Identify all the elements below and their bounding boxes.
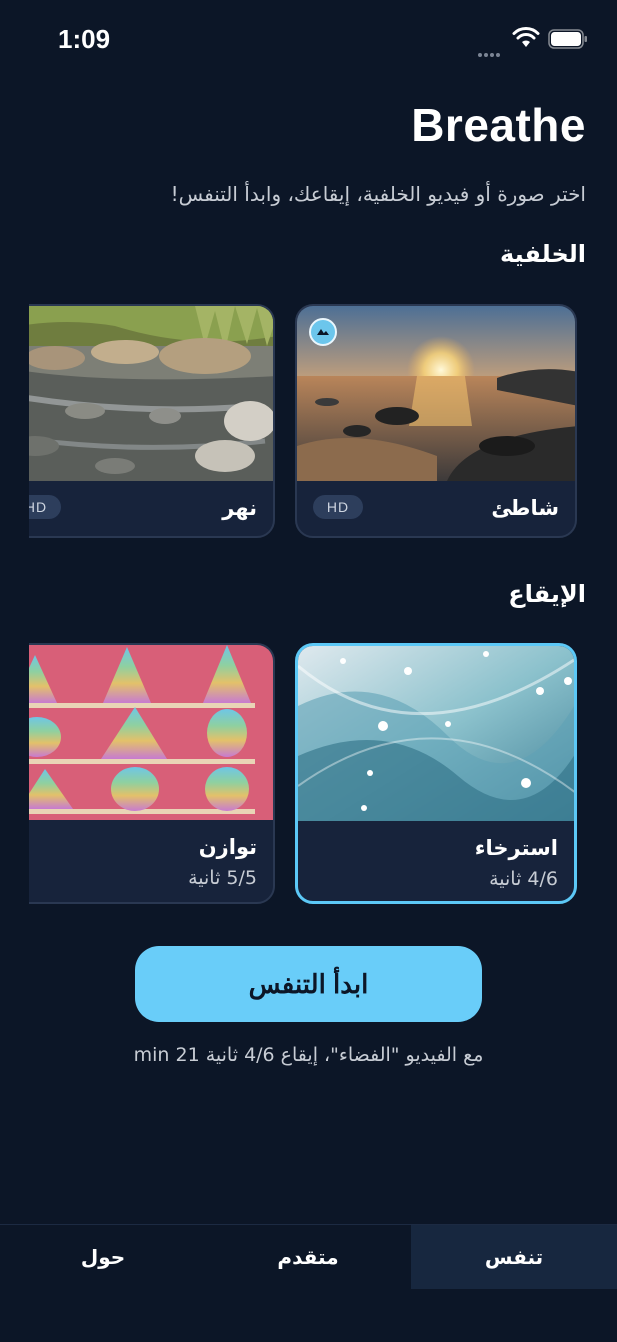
relax-image [298,646,574,821]
wifi-icon [512,27,540,47]
background-card-river-name: نهر [222,496,257,520]
hd-badge: HD [313,495,363,519]
signal-icon [478,42,506,57]
rhythm-card-relax-name: استرخاء [474,836,558,860]
background-card-river[interactable]: نهر HD [29,304,275,538]
status-bar: 1:09 [0,0,617,80]
rhythm-card-relax[interactable]: استرخاء 4/6 ثانية [295,643,577,904]
background-card-beach-name: شاطئ [491,496,559,520]
background-carousel[interactable]: شاطئ HD نهر D [29,304,617,540]
start-breathing-button[interactable]: ابدأ التنفس [135,946,482,1022]
battery-icon [548,29,587,49]
tab-about[interactable]: حول [0,1225,206,1289]
pulse-icon [309,318,337,346]
background-card-beach[interactable]: شاطئ HD [295,304,577,538]
beach-image [297,306,575,481]
rhythm-card-balance-name: توازن [198,835,257,859]
rhythm-card-balance[interactable]: توازن 5/5 ثانية [29,643,275,904]
tab-bar: تنفس متقدم حول [0,1224,617,1289]
tab-advanced[interactable]: متقدم [205,1225,411,1289]
app-title: Breathe [411,99,586,151]
tab-breathe[interactable]: تنفس [411,1225,617,1289]
background-section-title: الخلفية [500,240,586,268]
rhythm-section-title: الإيقاع [508,580,586,608]
subtitle: اختر صورة أو فيديو الخلفية، إيقاعك، وابد… [170,182,586,206]
hd-badge: HD [29,495,61,519]
balance-image [29,645,273,820]
status-time: 1:09 [58,24,111,54]
session-summary: مع الفيديو "الفضاء"، إيقاع 4/6 ثانية 21 … [133,1044,484,1066]
rhythm-card-balance-timing: 5/5 ثانية [188,867,257,889]
rhythm-carousel[interactable]: استرخاء 4/6 ثانية توازن 5/5 ثانية [29,643,617,905]
river-image [29,306,273,481]
rhythm-card-relax-timing: 4/6 ثانية [489,868,558,890]
